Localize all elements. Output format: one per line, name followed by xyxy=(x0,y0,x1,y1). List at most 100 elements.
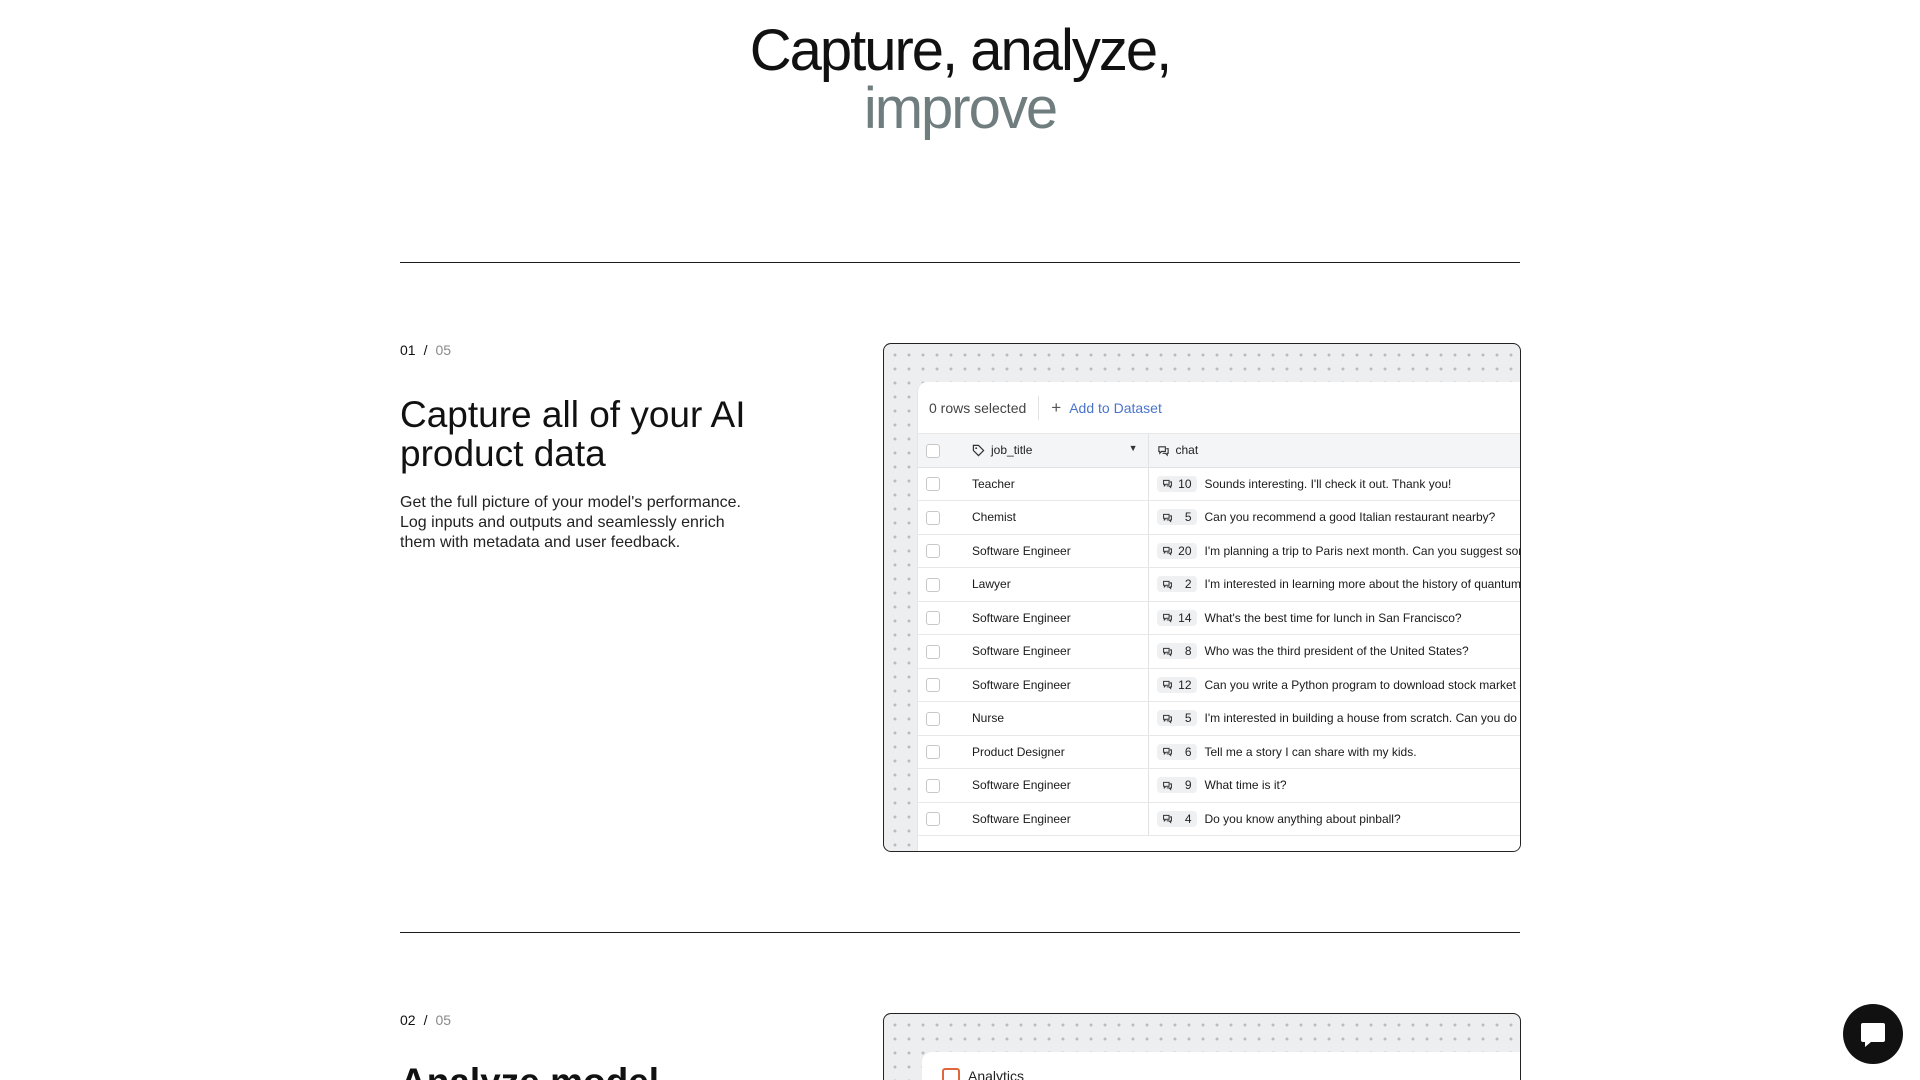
step-current: 01 xyxy=(400,342,416,358)
chat-icon xyxy=(1162,647,1172,657)
row-checkbox[interactable] xyxy=(926,510,940,525)
chat-preview-text: What time is it? xyxy=(1204,778,1287,793)
row-checkbox[interactable] xyxy=(926,778,940,793)
chat-cell[interactable]: 10 Sounds interesting. I'll check it out.… xyxy=(1148,467,1520,501)
step-indicator: 01 / 05 xyxy=(400,342,451,358)
step-separator: / xyxy=(423,1012,428,1028)
header-checkbox-cell[interactable] xyxy=(918,434,958,468)
table-row[interactable]: Teacher 10 Sounds interesting. I'll check … xyxy=(918,467,1520,501)
message-count-badge: 20 xyxy=(1156,542,1197,559)
analytics-panel: Analytics xyxy=(922,1052,1520,1080)
row-checkbox-cell[interactable] xyxy=(918,735,958,769)
row-checkbox[interactable] xyxy=(926,745,940,760)
chat-cell[interactable]: 2 I'm interested in learning more about t… xyxy=(1148,567,1521,602)
table-header-row: job_title ▼ chat xyxy=(918,434,1520,468)
table-row[interactable]: Chemist 5 Can you recommend a good Italian… xyxy=(918,500,1520,535)
chat-cell[interactable]: 20 I'm planning a trip to Paris next mont… xyxy=(1148,534,1521,568)
step-separator: / xyxy=(423,342,428,358)
message-count: 10 xyxy=(1178,476,1192,491)
chat-cell[interactable]: 6 Tell me a story I can share with my kid… xyxy=(1148,735,1520,769)
chat-cell[interactable]: 12 Can you write a Python program to down… xyxy=(1148,668,1520,702)
hero-heading: Capture, analyze, improve xyxy=(0,22,1920,138)
message-count: 6 xyxy=(1184,744,1192,759)
table-row[interactable]: Software Engineer 14 What's the best time … xyxy=(918,601,1520,635)
job-title-cell: Software Engineer xyxy=(958,634,1149,669)
job-title-cell: Product Designer xyxy=(958,735,1149,769)
chat-icon xyxy=(1162,580,1172,590)
row-checkbox-cell[interactable] xyxy=(918,467,958,501)
row-checkbox-cell[interactable] xyxy=(918,534,958,568)
row-checkbox-cell[interactable] xyxy=(918,601,958,635)
chat-preview-text: What's the best time for lunch in San Fr… xyxy=(1204,610,1462,625)
message-count: 5 xyxy=(1184,510,1192,525)
table-row[interactable]: Software Engineer 8 Who was the third pres… xyxy=(918,634,1520,669)
feature-description: Get the full picture of your model's per… xyxy=(400,494,741,551)
section-divider xyxy=(400,932,1520,933)
table-row[interactable]: Lawyer 2 I'm interested in learning more a… xyxy=(918,567,1521,602)
row-checkbox[interactable] xyxy=(926,611,940,626)
job-title-cell: Software Engineer xyxy=(958,534,1149,568)
step-current: 02 xyxy=(400,1012,416,1028)
chat-icon xyxy=(1162,815,1172,824)
row-checkbox[interactable] xyxy=(926,711,940,726)
column-header-chat[interactable]: chat xyxy=(1148,434,1520,468)
chat-cell[interactable]: 4 Do you know anything about pinball? xyxy=(1148,802,1520,836)
chat-cell[interactable]: 5 I'm interested in building a house from… xyxy=(1148,701,1520,736)
table-row[interactable]: Software Engineer 9 What time is it? xyxy=(918,768,1520,803)
row-checkbox[interactable] xyxy=(926,678,940,693)
message-count-badge: 14 xyxy=(1156,609,1197,626)
job-title-cell: Teacher xyxy=(958,467,1149,501)
chat-icon xyxy=(1162,547,1172,556)
row-checkbox-cell[interactable] xyxy=(918,701,958,736)
chat-cell[interactable]: 8 Who was the third president of the Unit… xyxy=(1148,634,1520,669)
table-row[interactable]: Nurse 5 I'm interested in building a house… xyxy=(918,701,1520,736)
job-title-cell: Software Engineer xyxy=(958,668,1149,702)
row-checkbox-cell[interactable] xyxy=(918,567,958,602)
table-row[interactable]: Software Engineer 20 I'm planning a trip t… xyxy=(918,534,1521,568)
chat-cell[interactable]: 5 Can you recommend a good Italian restau… xyxy=(1148,500,1520,535)
message-count: 2 xyxy=(1184,577,1192,592)
row-checkbox-cell[interactable] xyxy=(918,802,958,836)
row-checkbox[interactable] xyxy=(926,644,940,659)
plus-icon: + xyxy=(1051,397,1062,417)
row-checkbox-cell[interactable] xyxy=(918,668,958,702)
row-checkbox[interactable] xyxy=(926,477,940,492)
table-row[interactable]: Product Designer 6 Tell me a story I can s… xyxy=(918,735,1520,769)
product-screenshot-frame-2: Analytics xyxy=(883,1013,1521,1080)
table-row[interactable]: Software Engineer 4 Do you know anything a… xyxy=(918,802,1520,836)
sort-caret-icon[interactable]: ▼ xyxy=(1129,443,1138,453)
job-title-cell: Software Engineer xyxy=(958,802,1149,836)
chat-icon xyxy=(1162,748,1172,757)
row-checkbox-cell[interactable] xyxy=(918,500,958,535)
product-screenshot-frame: 0 rows selected + Add to Dataset job_tit… xyxy=(883,343,1521,852)
analytics-label: Analytics xyxy=(968,1068,1025,1080)
row-checkbox[interactable] xyxy=(926,544,940,559)
add-to-dataset-button[interactable]: Add to Dataset xyxy=(1069,400,1162,416)
chat-launcher-button[interactable] xyxy=(1843,1004,1903,1064)
select-all-checkbox[interactable] xyxy=(926,443,940,458)
step-total: 05 xyxy=(435,1012,452,1028)
row-checkbox-cell[interactable] xyxy=(918,634,958,669)
row-checkbox[interactable] xyxy=(926,812,940,827)
message-count-badge: 5 xyxy=(1156,710,1197,727)
chat-preview-text: I'm interested in learning more about th… xyxy=(1204,577,1521,592)
chat-cell[interactable]: 9 What time is it? xyxy=(1148,768,1520,803)
chat-icon xyxy=(1162,781,1172,791)
message-count-badge: 8 xyxy=(1156,643,1197,660)
job-title-cell: Software Engineer xyxy=(958,601,1149,635)
table-row[interactable]: Software Engineer 12 Can you write a Pytho… xyxy=(918,668,1520,702)
column-header-job-title[interactable]: job_title ▼ xyxy=(958,434,1149,468)
rows-selected-label: 0 rows selected xyxy=(929,399,1027,416)
chat-icon xyxy=(1157,446,1169,457)
chat-preview-text: I'm planning a trip to Paris next month.… xyxy=(1204,543,1521,558)
chat-cell[interactable]: 14 What's the best time for lunch in San … xyxy=(1148,601,1520,635)
analytics-header: Analytics xyxy=(922,1052,1520,1080)
chat-icon xyxy=(1162,714,1172,724)
job-title-cell: Software Engineer xyxy=(958,768,1149,803)
job-title-cell: Lawyer xyxy=(958,567,1149,602)
message-count-badge: 2 xyxy=(1156,576,1197,593)
tag-icon xyxy=(972,445,985,457)
job-title-cell: Chemist xyxy=(958,500,1149,535)
row-checkbox-cell[interactable] xyxy=(918,768,958,803)
row-checkbox[interactable] xyxy=(926,577,940,592)
